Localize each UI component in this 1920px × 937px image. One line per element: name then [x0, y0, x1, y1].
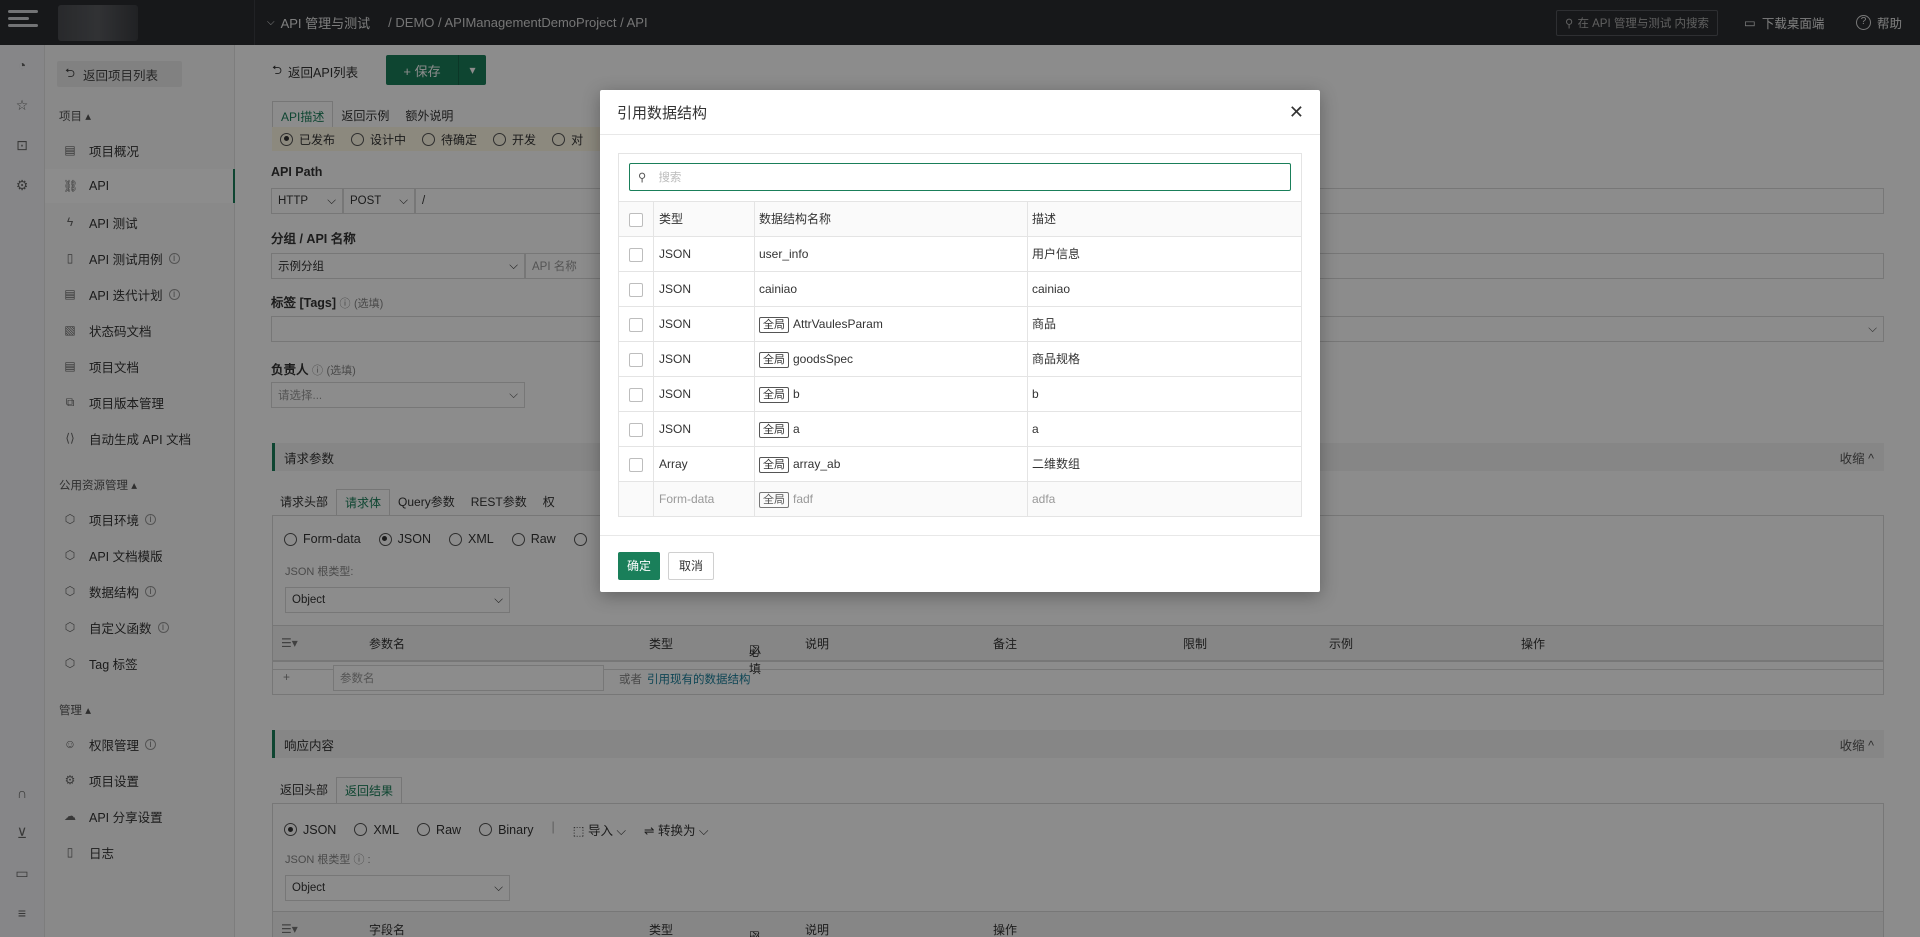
table-row[interactable]: JSON user_info 用户信息: [619, 236, 1301, 271]
cell-type: Array: [659, 457, 688, 471]
select-all-checkbox[interactable]: [629, 213, 643, 227]
search-placeholder: 搜索: [658, 172, 682, 184]
cell-type: JSON: [659, 247, 692, 261]
search-icon: ⚲: [638, 172, 647, 184]
global-badge: 全局: [759, 386, 789, 403]
cell-name: 全局 b: [759, 377, 800, 412]
cell-description: 商品规格: [1032, 352, 1081, 366]
cell-name: 全局 array_ab: [759, 447, 840, 482]
table-row[interactable]: JSON cainiao cainiao: [619, 271, 1301, 306]
cancel-button[interactable]: 取消: [668, 552, 714, 580]
global-badge: 全局: [759, 491, 789, 508]
cell-type: JSON: [659, 352, 692, 366]
table-row[interactable]: Array 全局 array_ab 二维数组: [619, 446, 1301, 481]
cell-name: user_info: [759, 237, 808, 272]
row-checkbox[interactable]: [629, 318, 643, 332]
dialog-title: 引用数据结构: [617, 104, 708, 122]
global-badge: 全局: [759, 456, 789, 473]
row-checkbox[interactable]: [629, 423, 643, 437]
cell-description: 用户信息: [1032, 247, 1081, 261]
structure-name: fadf: [793, 492, 814, 506]
row-checkbox[interactable]: [629, 353, 643, 367]
row-checkbox[interactable]: [629, 458, 643, 472]
cell-name: 全局 a: [759, 412, 800, 447]
global-badge: 全局: [759, 316, 789, 333]
structure-name: AttrVaulesParam: [793, 317, 883, 331]
table-row[interactable]: Form-data 全局 fadf adfa: [619, 481, 1301, 516]
cell-type: JSON: [659, 387, 692, 401]
row-checkbox[interactable]: [629, 388, 643, 402]
cell-type: JSON: [659, 422, 692, 436]
cell-name: 全局 AttrVaulesParam: [759, 307, 883, 342]
structure-table: 类型 数据结构名称 描述 JSON user_info 用户信息 JSON cainia…: [619, 201, 1301, 516]
global-badge: 全局: [759, 351, 789, 368]
cell-description: cainiao: [1032, 282, 1071, 296]
structure-search-input[interactable]: ⚲ 搜索: [629, 163, 1291, 191]
cell-type: JSON: [659, 282, 692, 296]
cell-description: b: [1032, 387, 1039, 401]
confirm-button[interactable]: 确定: [618, 552, 660, 580]
row-checkbox[interactable]: [629, 248, 643, 262]
col-structure-name: 数据结构名称: [759, 212, 832, 226]
cell-name: 全局 goodsSpec: [759, 342, 853, 377]
cell-type: Form-data: [659, 492, 715, 506]
col-type: 类型: [659, 212, 684, 226]
structure-name: array_ab: [793, 457, 841, 471]
cell-description: 二维数组: [1032, 457, 1081, 471]
structure-list-panel: ⚲ 搜索 类型 数据结构名称 描述 JSON user_info 用户信息 JSON ca…: [618, 153, 1302, 517]
structure-name: b: [793, 387, 800, 401]
structure-name: a: [793, 422, 800, 436]
cell-type: JSON: [659, 317, 692, 331]
reference-structure-dialog: 引用数据结构 ✕ ⚲ 搜索 类型 数据结构名称 描述 JSON user_info 用…: [600, 90, 1320, 592]
table-row[interactable]: JSON 全局 goodsSpec 商品规格: [619, 341, 1301, 376]
cell-name: cainiao: [759, 272, 797, 307]
col-description: 描述: [1032, 212, 1057, 226]
structure-name: goodsSpec: [793, 352, 854, 366]
close-icon[interactable]: ✕: [1289, 102, 1304, 123]
table-row[interactable]: JSON 全局 b b: [619, 376, 1301, 411]
cell-description: adfa: [1032, 492, 1056, 506]
table-row[interactable]: JSON 全局 a a: [619, 411, 1301, 446]
table-header-row: 类型 数据结构名称 描述: [619, 201, 1301, 236]
cell-name: 全局 fadf: [759, 482, 813, 517]
cell-description: a: [1032, 422, 1039, 436]
global-badge: 全局: [759, 421, 789, 438]
cell-description: 商品: [1032, 317, 1057, 331]
structure-name: cainiao: [759, 282, 798, 296]
structure-name: user_info: [759, 247, 809, 261]
dialog-footer: 确定 取消: [600, 535, 1320, 592]
row-checkbox[interactable]: [629, 283, 643, 297]
table-row[interactable]: JSON 全局 AttrVaulesParam 商品: [619, 306, 1301, 341]
